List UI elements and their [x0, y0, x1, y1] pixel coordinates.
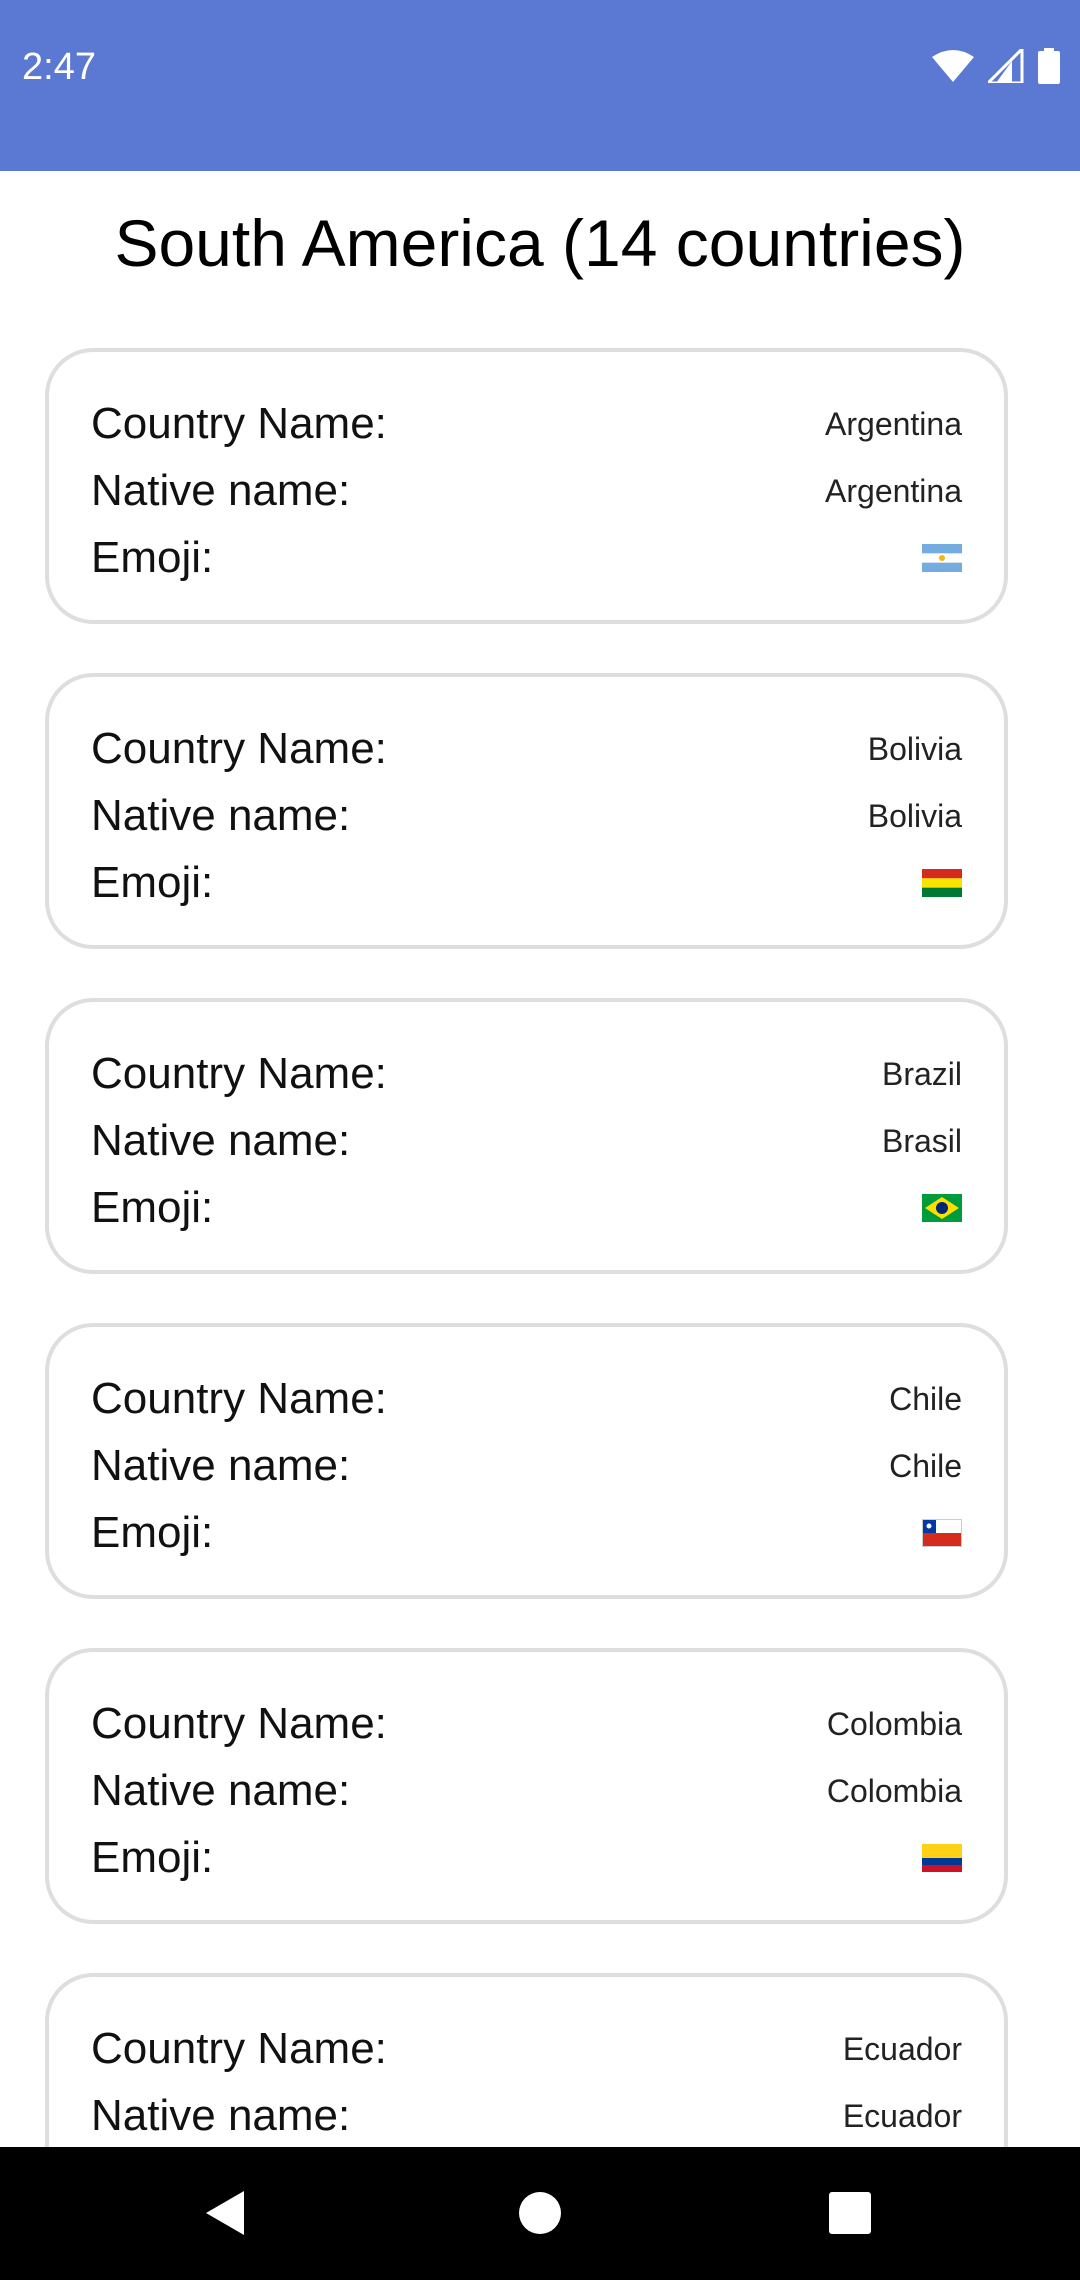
native-name-value: Brasil: [881, 1122, 962, 1159]
emoji-row: Emoji:: [91, 1503, 962, 1563]
native-name-label: Native name:: [91, 791, 351, 840]
native-name-row: Native name: Bolivia: [91, 786, 962, 846]
recents-icon[interactable]: [828, 2191, 872, 2235]
native-name-label: Native name:: [91, 1441, 351, 1490]
back-icon[interactable]: [204, 2189, 248, 2237]
native-name-row: Native name: Colombia: [91, 1761, 962, 1821]
status-icons: [932, 48, 1060, 84]
native-name-row: Native name: Brasil: [91, 1111, 962, 1171]
country-card-argentina[interactable]: Country Name: Argentina Native name: Arg…: [45, 348, 1008, 624]
status-bar: 2:47: [0, 0, 1080, 171]
bolivia-flag-icon: [922, 869, 962, 897]
emoji-row: Emoji:: [91, 1178, 962, 1238]
country-name-value: Bolivia: [867, 730, 962, 767]
page-title: South America (14 countries): [114, 206, 966, 280]
country-name-label: Country Name:: [91, 1699, 387, 1748]
country-name-row: Country Name: Bolivia: [91, 719, 962, 779]
native-name-row: Native name: Ecuador: [91, 2086, 962, 2146]
emoji-row: Emoji:: [91, 528, 962, 588]
country-name-row: Country Name: Brazil: [91, 1044, 962, 1104]
native-name-label: Native name:: [91, 1116, 351, 1165]
country-card-bolivia[interactable]: Country Name: Bolivia Native name: Boliv…: [45, 673, 1008, 949]
country-card-chile[interactable]: Country Name: Chile Native name: Chile E…: [45, 1323, 1008, 1599]
native-name-label: Native name:: [91, 2091, 351, 2140]
country-name-label: Country Name:: [91, 724, 387, 773]
native-name-value: Chile: [889, 1447, 962, 1484]
home-icon[interactable]: [518, 2191, 562, 2235]
colombia-flag-icon: [922, 1844, 962, 1872]
native-name-label: Native name:: [91, 1766, 351, 1815]
native-name-value: Ecuador: [842, 2097, 962, 2134]
emoji-row: Emoji:: [91, 1828, 962, 1888]
native-name-value: Colombia: [826, 1772, 962, 1809]
signal-icon: [988, 49, 1024, 83]
emoji-row: Emoji:: [91, 853, 962, 913]
country-card-ecuador[interactable]: Country Name: Ecuador Native name: Ecuad…: [45, 1973, 1008, 2147]
country-card-brazil[interactable]: Country Name: Brazil Native name: Brasil…: [45, 998, 1008, 1274]
country-name-label: Country Name:: [91, 1049, 387, 1098]
country-name-label: Country Name:: [91, 2024, 387, 2073]
country-list-screen: South America (14 countries) Country Nam…: [0, 171, 1080, 2147]
country-name-row: Country Name: Chile: [91, 1369, 962, 1429]
brazil-flag-icon: [922, 1194, 962, 1222]
country-name-label: Country Name:: [91, 1374, 387, 1423]
country-name-value: Colombia: [826, 1705, 962, 1742]
status-time: 2:47: [22, 46, 96, 88]
country-name-row: Country Name: Colombia: [91, 1694, 962, 1754]
argentina-flag-icon: [922, 544, 962, 572]
native-name-row: Native name: Chile: [91, 1436, 962, 1496]
country-name-row: Country Name: Argentina: [91, 394, 962, 454]
country-name-value: Ecuador: [842, 2030, 962, 2067]
native-name-value: Argentina: [825, 472, 962, 509]
chile-flag-icon: [922, 1519, 962, 1547]
emoji-label: Emoji:: [91, 1508, 214, 1557]
country-name-value: Argentina: [825, 405, 962, 442]
country-name-value: Chile: [889, 1380, 962, 1417]
navigation-bar: [0, 2147, 1080, 2280]
country-name-label: Country Name:: [91, 399, 387, 448]
emoji-label: Emoji:: [91, 1183, 214, 1232]
native-name-row: Native name: Argentina: [91, 461, 962, 521]
native-name-label: Native name:: [91, 466, 351, 515]
emoji-label: Emoji:: [91, 1833, 214, 1882]
battery-icon: [1038, 48, 1060, 84]
emoji-label: Emoji:: [91, 533, 214, 582]
wifi-icon: [932, 50, 974, 82]
country-name-value: Brazil: [881, 1055, 962, 1092]
native-name-value: Bolivia: [867, 797, 962, 834]
country-card-colombia[interactable]: Country Name: Colombia Native name: Colo…: [45, 1648, 1008, 1924]
emoji-label: Emoji:: [91, 858, 214, 907]
country-name-row: Country Name: Ecuador: [91, 2019, 962, 2079]
